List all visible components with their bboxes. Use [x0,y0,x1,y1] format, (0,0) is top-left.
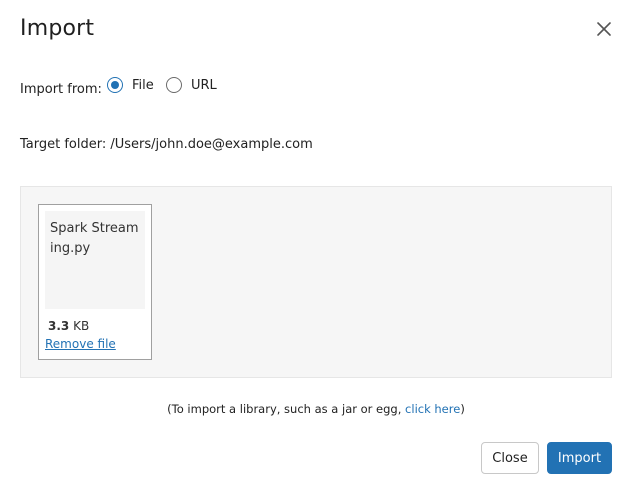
radio-url-circle[interactable] [166,77,182,93]
close-button[interactable]: Close [481,442,539,474]
radio-file-circle[interactable] [107,77,123,93]
library-note: (To import a library, such as a jar or e… [0,402,632,416]
radio-url-label[interactable]: URL [191,78,217,93]
import-button[interactable]: Import [547,442,612,474]
file-size-value: 3.3 [48,319,70,333]
remove-file-link[interactable]: Remove file [45,337,116,351]
file-dropzone[interactable]: Spark Streaming.py 3.3 KB Remove file [20,186,612,378]
target-folder-text: Target folder: /Users/john.doe@example.c… [20,137,313,152]
import-from-row: Import from: File URL [20,77,217,98]
library-click-here-link[interactable]: click here [405,402,460,416]
file-size-unit: KB [69,319,90,333]
radio-file-label[interactable]: File [132,78,154,93]
file-card: Spark Streaming.py 3.3 KB Remove file [38,204,152,360]
close-icon[interactable] [594,19,614,39]
radio-url[interactable]: URL [166,77,217,93]
file-name: Spark Streaming.py [50,221,139,256]
library-note-suffix: ) [460,402,465,416]
library-note-prefix: (To import a library, such as a jar or e… [167,402,406,416]
radio-selected-dot [111,81,119,89]
radio-file[interactable]: File [107,77,154,93]
file-size: 3.3 KB [48,319,89,333]
import-from-label: Import from: [20,82,102,97]
dialog-title: Import [20,16,95,41]
